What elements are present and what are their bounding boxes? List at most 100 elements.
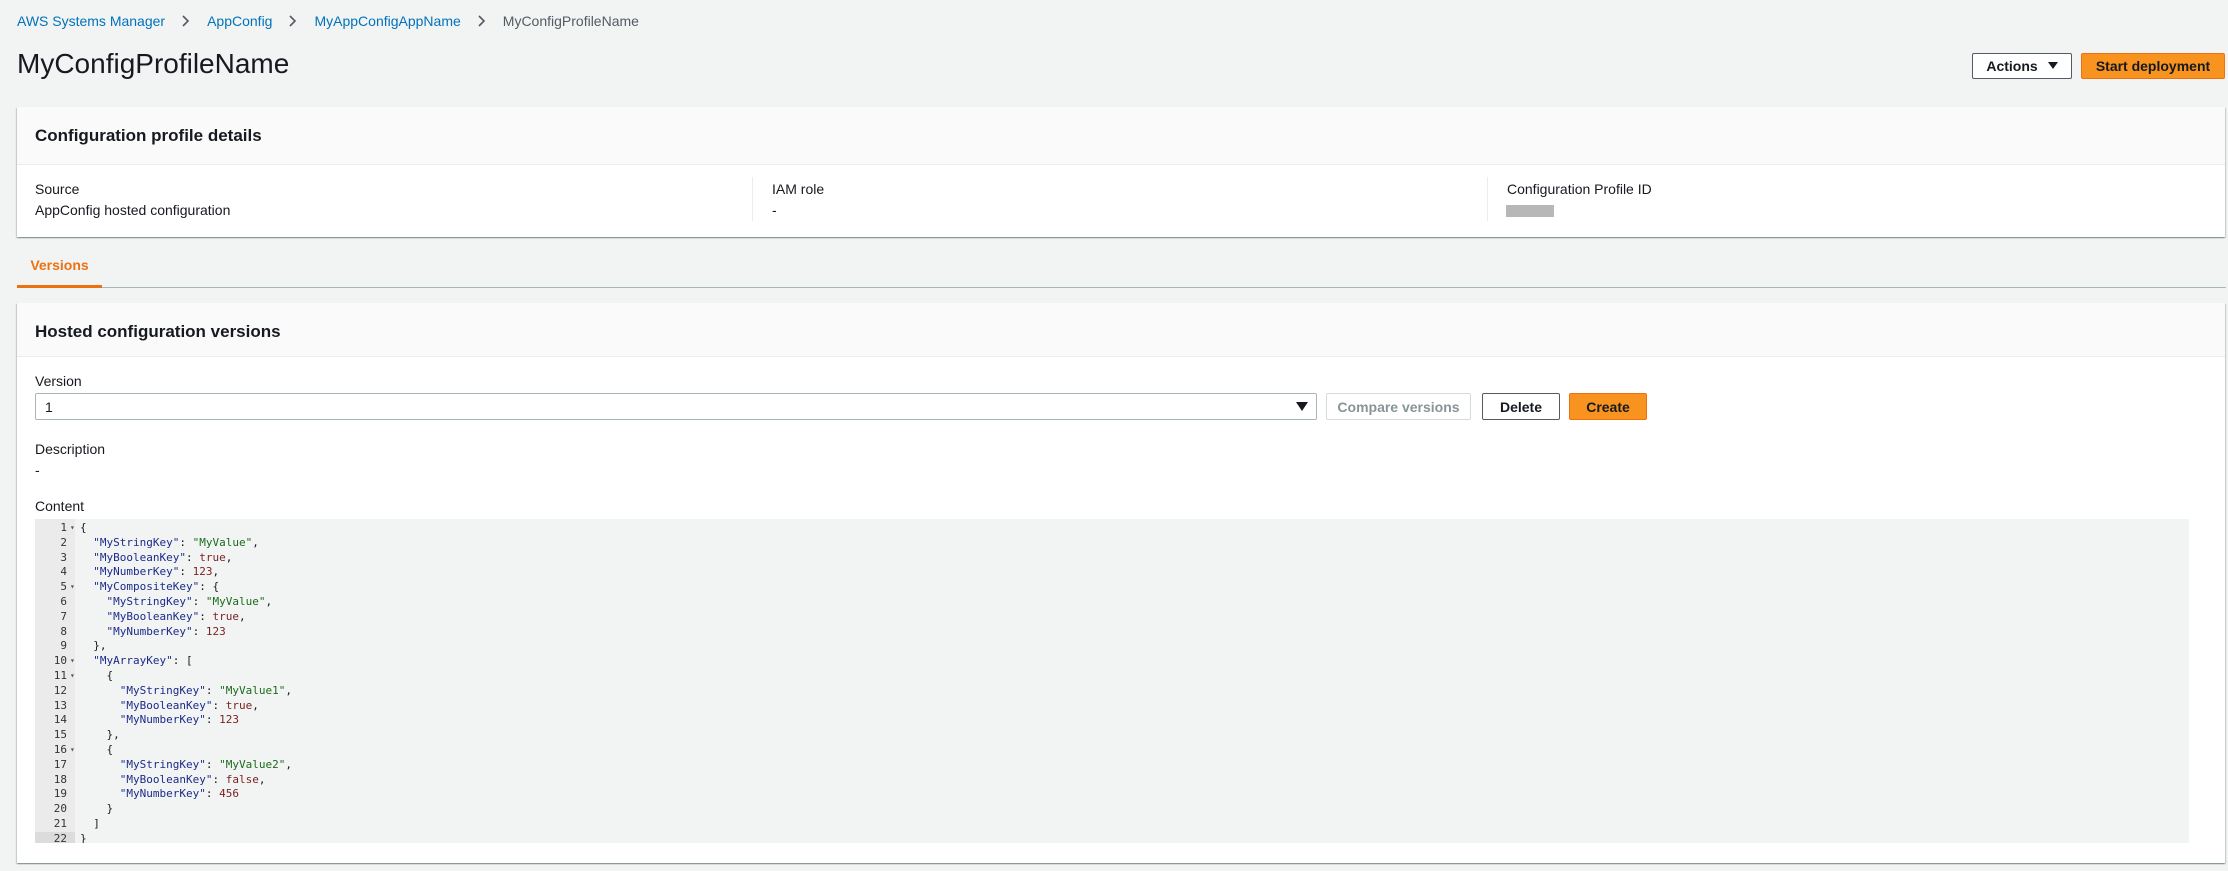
- code-text: {: [80, 521, 87, 534]
- code-text: "MyNumberKey": 123,: [93, 565, 220, 579]
- line-number: 22: [53, 831, 67, 843]
- line-number: 17: [53, 757, 67, 771]
- code-text: "MyNumberKey": 456: [119, 787, 239, 801]
- code-line: 1 ▾ {: [35, 521, 2189, 536]
- code-text: }: [80, 802, 114, 816]
- line-number: 3: [60, 550, 67, 564]
- code-text: "MyStringKey": "MyValue",: [93, 535, 259, 549]
- code-line: 19 "MyNumberKey": 456: [35, 787, 2189, 802]
- line-number: 13: [53, 698, 67, 712]
- code-text: },: [80, 639, 107, 653]
- delete-button[interactable]: Delete: [1482, 393, 1560, 420]
- code-line: 11 ▾ {: [35, 669, 2189, 684]
- code-text: "MyStringKey": "MyValue1",: [119, 683, 292, 697]
- iam-role-label: IAM role: [772, 181, 825, 197]
- code-line: 17 "MyStringKey": "MyValue2",: [35, 758, 2189, 773]
- panel-title: Configuration profile details: [35, 126, 262, 145]
- line-number: 12: [53, 683, 67, 697]
- line-number: 4: [60, 565, 67, 579]
- line-number: 20: [53, 802, 67, 816]
- panel-title: Hosted configuration versions: [35, 322, 281, 341]
- code-text: "MyBooleanKey": true,: [93, 550, 233, 564]
- line-number: 15: [53, 728, 67, 742]
- code-text: },: [80, 728, 120, 742]
- caret-down-icon: [1296, 402, 1308, 412]
- breadcrumb: AWS Systems Manager AppConfig MyAppConfi…: [17, 11, 639, 31]
- version-select[interactable]: 1: [35, 393, 1317, 420]
- code-line: 20 }: [35, 802, 2189, 817]
- content-code-editor[interactable]: 1 ▾{2 "MyStringKey": "MyValue", 3 "MyBoole…: [35, 519, 2189, 843]
- fold-arrow-icon[interactable]: ▾: [70, 743, 75, 758]
- breadcrumb-link-app[interactable]: MyAppConfigAppName: [314, 13, 460, 29]
- caret-down-icon: [2047, 62, 2058, 70]
- line-number: 2: [60, 535, 67, 549]
- code-line: 9 },: [35, 639, 2189, 654]
- panel-header: Hosted configuration versions: [17, 303, 2225, 357]
- profile-id-label: Configuration Profile ID: [1507, 181, 1652, 197]
- column-divider: [1487, 177, 1488, 221]
- line-number: 1: [60, 521, 67, 534]
- source-value: AppConfig hosted configuration: [35, 202, 231, 218]
- code-line: 22}: [35, 832, 2189, 843]
- panel-header: Configuration profile details: [17, 107, 2225, 165]
- content-label: Content: [35, 498, 85, 514]
- column-divider: [752, 177, 753, 221]
- code-text: "MyNumberKey": 123: [106, 624, 226, 638]
- code-line: 7 "MyBooleanKey": true,: [35, 610, 2189, 625]
- breadcrumb-link-systems-manager[interactable]: AWS Systems Manager: [17, 13, 165, 29]
- chevron-right-icon: [177, 14, 195, 28]
- fold-arrow-icon[interactable]: ▾: [70, 654, 75, 669]
- tabs-divider: [17, 287, 2226, 288]
- fold-arrow-icon[interactable]: ▾: [70, 669, 75, 684]
- tab-active-indicator: [17, 285, 102, 288]
- chevron-right-icon: [284, 14, 302, 28]
- code-text: "MyBooleanKey": false,: [119, 772, 266, 786]
- line-number: 14: [53, 713, 67, 727]
- code-text: "MyBooleanKey": true,: [119, 698, 259, 712]
- tab-versions[interactable]: Versions: [17, 242, 102, 288]
- page-title: MyConfigProfileName: [17, 48, 290, 79]
- create-button[interactable]: Create: [1569, 393, 1647, 420]
- code-line: 3 "MyBooleanKey": true,: [35, 551, 2189, 566]
- line-number: 8: [60, 624, 67, 638]
- code-line: 6 "MyStringKey": "MyValue",: [35, 595, 2189, 610]
- line-number: 9: [60, 639, 67, 653]
- source-label: Source: [35, 181, 80, 197]
- code-text: "MyArrayKey": [: [93, 654, 193, 668]
- line-number: 6: [60, 595, 67, 608]
- start-deployment-button[interactable]: Start deployment: [2081, 53, 2225, 79]
- line-number: 11: [53, 669, 67, 682]
- code-line: 8 "MyNumberKey": 123: [35, 625, 2189, 640]
- code-line: 10 ▾ "MyArrayKey": [: [35, 654, 2189, 669]
- actions-button[interactable]: Actions: [1972, 53, 2072, 79]
- code-line: 12 "MyStringKey": "MyValue1",: [35, 684, 2189, 699]
- code-text: "MyStringKey": "MyValue",: [106, 595, 273, 608]
- code-line: 14 "MyNumberKey": 123: [35, 713, 2189, 728]
- code-text: "MyBooleanKey": true,: [106, 609, 246, 623]
- version-label: Version: [35, 373, 82, 389]
- breadcrumb-link-appconfig[interactable]: AppConfig: [207, 13, 272, 29]
- compare-versions-button[interactable]: Compare versions: [1326, 393, 1471, 420]
- code-text: ]: [80, 817, 100, 830]
- code-line: 4 "MyNumberKey": 123,: [35, 565, 2189, 580]
- code-line: 2 "MyStringKey": "MyValue",: [35, 536, 2189, 551]
- code-text: {: [80, 669, 114, 682]
- chevron-right-icon: [473, 14, 491, 28]
- fold-arrow-icon[interactable]: ▾: [70, 521, 75, 536]
- description-label: Description: [35, 441, 106, 457]
- code-line: 21 ]: [35, 817, 2189, 832]
- breadcrumb-current: MyConfigProfileName: [502, 13, 639, 29]
- version-select-value: 1: [45, 398, 53, 415]
- line-number: 7: [60, 609, 67, 623]
- code-line: 5 ▾ "MyCompositeKey": {: [35, 580, 2189, 595]
- line-number: 18: [53, 772, 67, 786]
- code-line: 13 "MyBooleanKey": true,: [35, 699, 2189, 714]
- line-number: 16: [53, 743, 67, 756]
- line-number: 10: [53, 654, 67, 668]
- fold-arrow-icon[interactable]: ▾: [70, 580, 75, 595]
- line-number: 19: [53, 787, 67, 801]
- code-line: 15 },: [35, 728, 2189, 743]
- actions-button-label: Actions: [1986, 58, 2038, 74]
- line-number: 5: [60, 580, 67, 594]
- code-text: }: [80, 831, 87, 843]
